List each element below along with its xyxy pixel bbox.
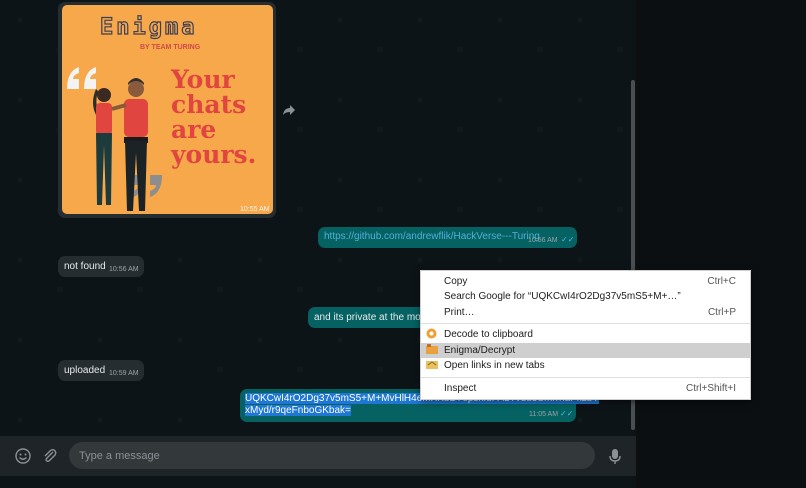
- message-not-found[interactable]: not found 10:56 AM: [58, 256, 144, 277]
- encrypted-text-line[interactable]: xMyd/r9qeFnboGKbak=: [245, 405, 351, 416]
- menu-item-label: Inspect: [444, 383, 477, 394]
- menu-item-label: Decode to clipboard: [444, 329, 533, 340]
- menu-item-decode-clipboard[interactable]: Decode to clipboard: [421, 327, 750, 342]
- menu-item-label: Print…: [444, 307, 475, 318]
- menu-item-shortcut: Ctrl+P: [707, 307, 736, 318]
- menu-item-shortcut: Ctrl+C: [707, 276, 736, 287]
- side-panel-background: [636, 0, 806, 488]
- menu-item-enigma-decrypt[interactable]: Enigma/Decrypt: [421, 343, 750, 358]
- github-link[interactable]: https://github.com/andrewflik/HackVerse-…: [324, 231, 540, 242]
- message-time: 10:59 AM: [109, 370, 139, 377]
- menu-item-copy[interactable]: Copy Ctrl+C: [421, 274, 750, 289]
- message-input[interactable]: [69, 442, 595, 469]
- poster-logo: Enigma: [99, 14, 198, 40]
- read-receipt-icon: ✓✓: [560, 409, 574, 418]
- menu-item-label: Search Google for “UQKCwI4rO2Dg37v5mS5+M…: [444, 291, 681, 302]
- headline-line: yours.: [171, 140, 257, 169]
- message-time: 10:56 AM: [528, 237, 558, 244]
- paperclip-icon[interactable]: [42, 448, 58, 468]
- menu-separator: [421, 323, 750, 324]
- message-text: not found: [64, 261, 106, 272]
- emoji-icon[interactable]: [15, 448, 31, 468]
- message-time: 11:05 AM: [529, 411, 559, 418]
- message-private[interactable]: and its private at the mom: [308, 307, 438, 328]
- menu-separator: [421, 377, 750, 378]
- message-time: 10:56 AM: [109, 266, 139, 273]
- poster-byline: BY TEAM TURING: [140, 44, 201, 51]
- links-extension-icon: [426, 359, 438, 373]
- context-menu: Copy Ctrl+C Search Google for “UQKCwI4rO…: [420, 270, 751, 400]
- message-uploaded[interactable]: uploaded 10:59 AM: [58, 360, 144, 381]
- headline-line: Your: [171, 65, 235, 94]
- message-text: uploaded: [64, 365, 106, 376]
- read-receipt-icon: ✓✓: [561, 235, 575, 244]
- microphone-icon[interactable]: [608, 448, 622, 469]
- menu-item-label: Open links in new tabs: [444, 360, 545, 371]
- image-message-time: 10:55 AM: [240, 206, 270, 213]
- poster-headline: Your chats are yours.: [171, 67, 256, 167]
- menu-item-search-google[interactable]: Search Google for “UQKCwI4rO2Dg37v5mS5+M…: [421, 289, 750, 304]
- enigma-poster-image[interactable]: Enigma BY TEAM TURING Your chats are you…: [62, 5, 273, 214]
- menu-item-inspect[interactable]: Inspect Ctrl+Shift+I: [421, 381, 750, 396]
- decode-extension-icon: [426, 328, 437, 342]
- selected-text[interactable]: xMyd/r9qeFnboGKbak=: [245, 405, 351, 416]
- message-github-link[interactable]: https://github.com/andrewflik/HackVerse-…: [318, 227, 577, 248]
- headline-line: are: [171, 115, 217, 144]
- poster-couple-illustration: [93, 78, 148, 211]
- chat-panel: Enigma BY TEAM TURING Your chats are you…: [0, 0, 636, 488]
- menu-item-print[interactable]: Print… Ctrl+P: [421, 305, 750, 320]
- headline-line: chats: [171, 90, 247, 119]
- menu-item-shortcut: Ctrl+Shift+I: [685, 383, 736, 394]
- forward-icon[interactable]: [282, 104, 298, 118]
- menu-item-label: Enigma/Decrypt: [444, 345, 516, 356]
- message-text: and its private at the mom: [314, 312, 430, 323]
- menu-item-open-links[interactable]: Open links in new tabs: [421, 358, 750, 373]
- menu-item-label: Copy: [444, 276, 468, 287]
- enigma-extension-icon: [426, 344, 438, 358]
